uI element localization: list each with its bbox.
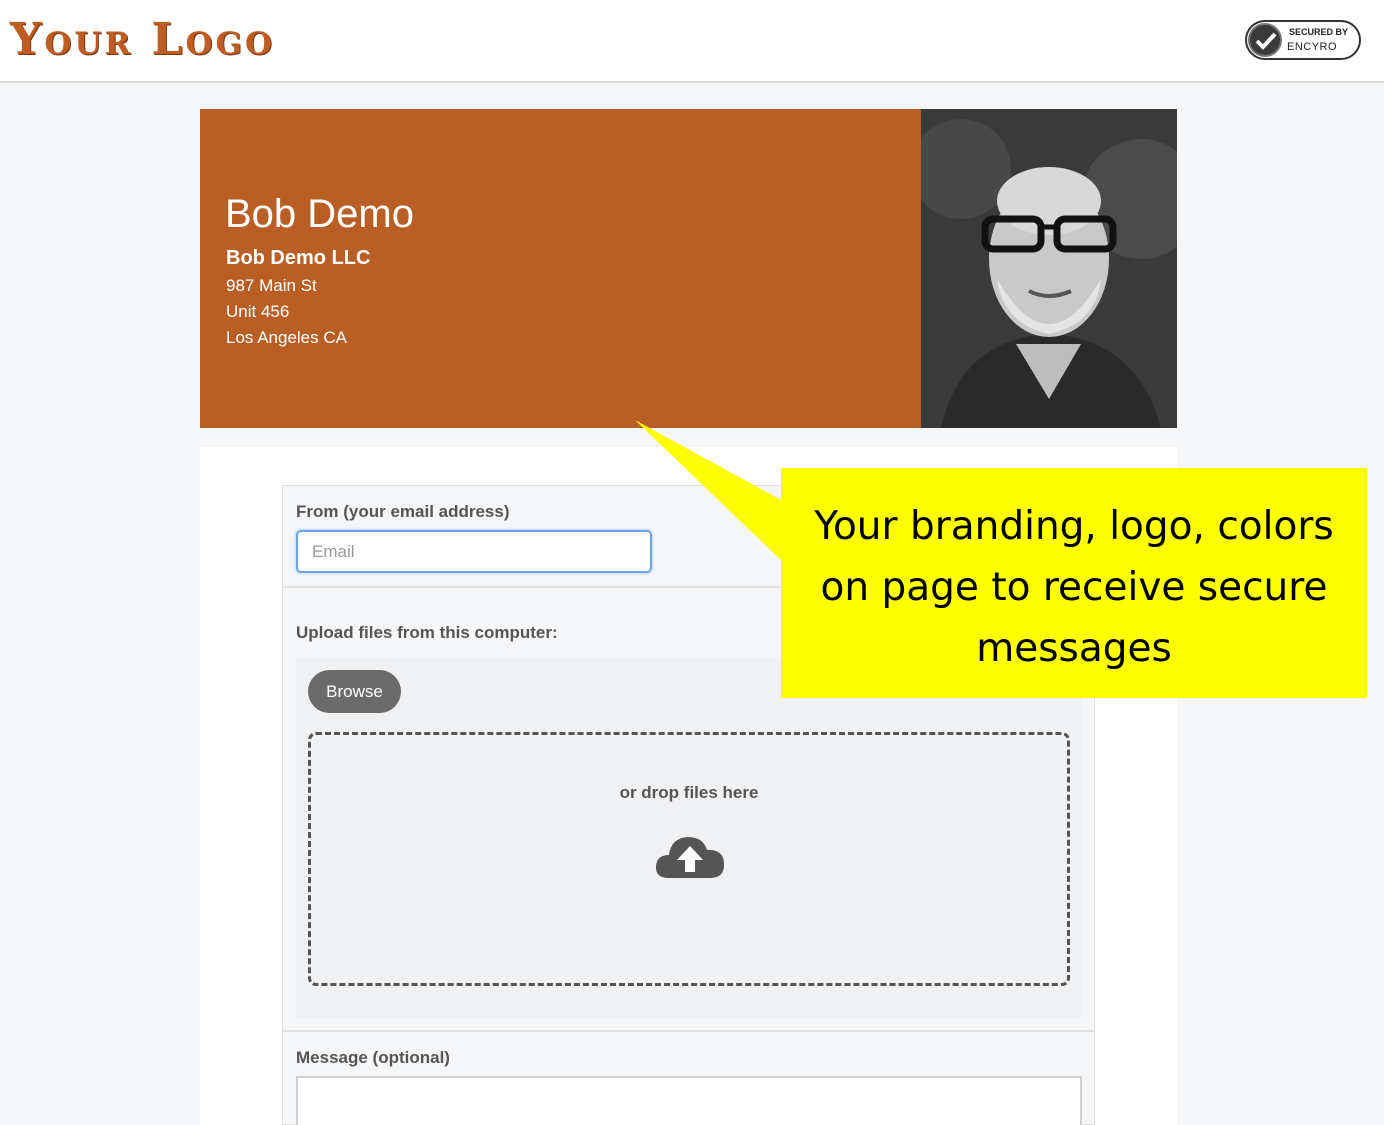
callout-line-3: messages [976,626,1172,671]
callout-line-1: Your branding, logo, colors [814,504,1334,549]
callout-line-2: on page to receive secure [820,565,1328,610]
branding-callout: Your branding, logo, colors on page to r… [781,468,1367,698]
